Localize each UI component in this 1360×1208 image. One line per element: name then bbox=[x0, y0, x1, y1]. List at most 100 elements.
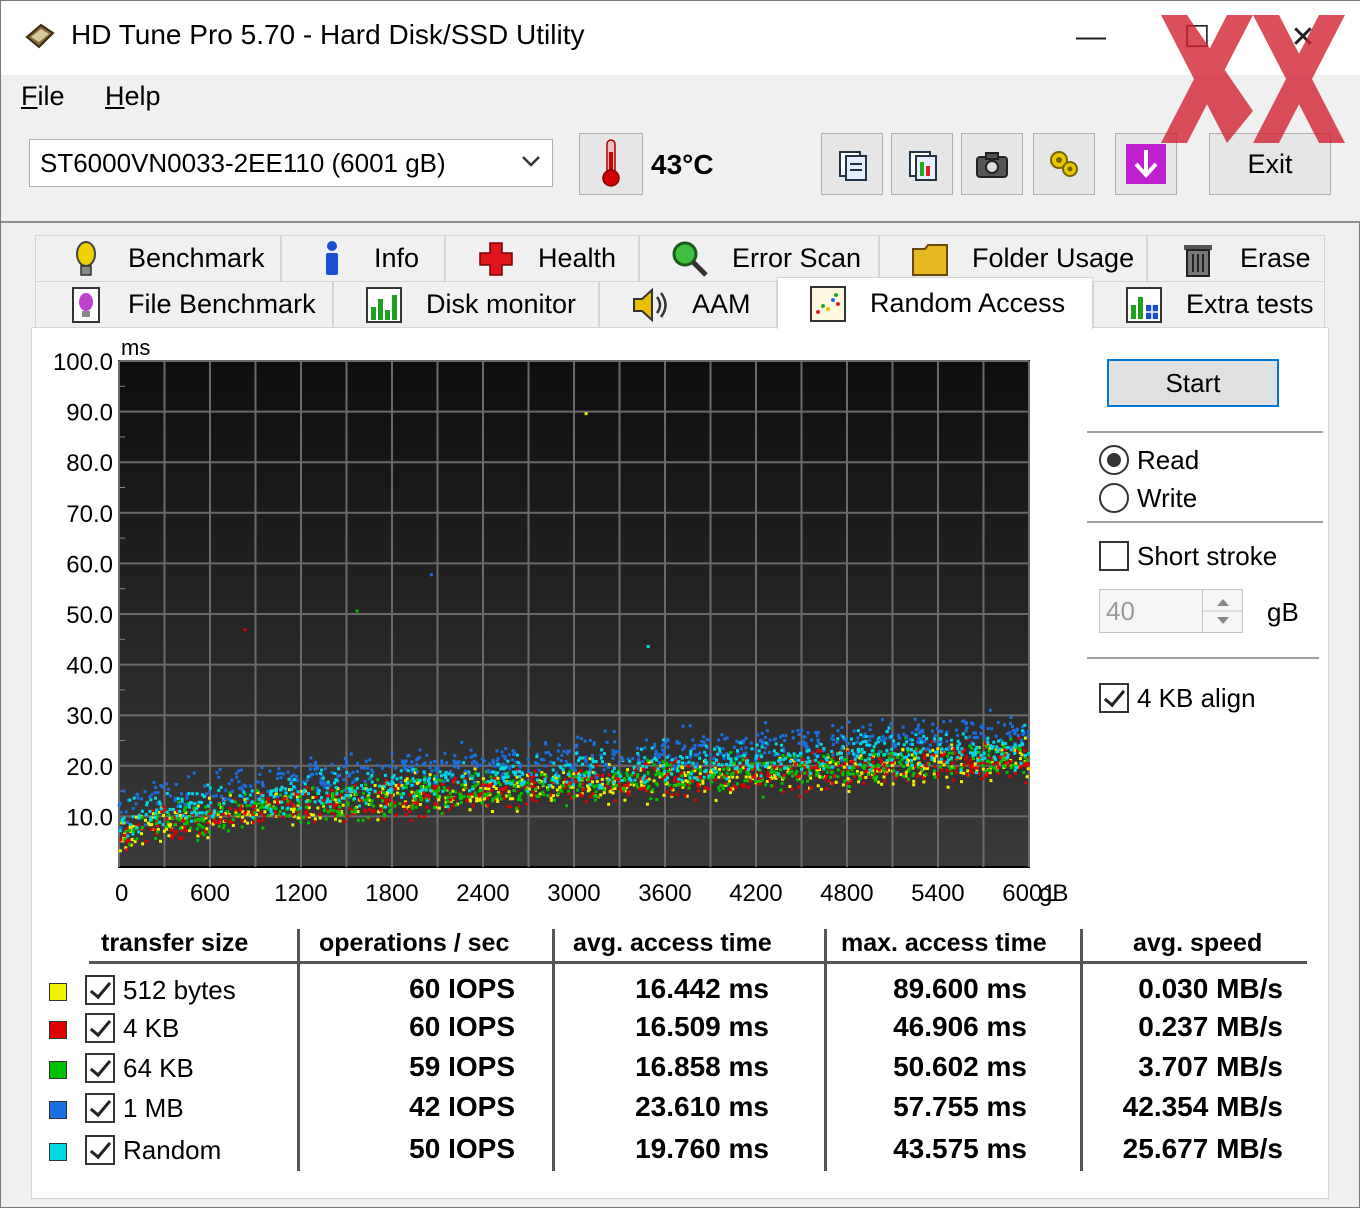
scatter-point bbox=[863, 758, 867, 762]
scatter-point bbox=[754, 780, 758, 784]
row-avg-access: 16.858 ms bbox=[635, 1051, 769, 1082]
start-button[interactable]: Start bbox=[1107, 359, 1279, 407]
scatter-point bbox=[848, 785, 851, 789]
scatter-point bbox=[714, 798, 718, 802]
scatter-point bbox=[595, 776, 599, 780]
scatter-point bbox=[170, 816, 174, 820]
series-checkbox-random[interactable] bbox=[85, 1135, 115, 1165]
scatter-point bbox=[391, 776, 395, 780]
scatter-point bbox=[852, 729, 856, 733]
scatter-point bbox=[230, 799, 234, 803]
scatter-point bbox=[916, 740, 920, 744]
scatter-point bbox=[780, 743, 784, 747]
scatter-point bbox=[226, 809, 230, 813]
scatter-point bbox=[400, 795, 404, 799]
scatter-point bbox=[190, 819, 193, 823]
y-tick-label: 20.0 bbox=[66, 754, 113, 781]
scatter-point bbox=[178, 813, 182, 817]
scatter-point bbox=[602, 752, 606, 756]
scatter-point bbox=[256, 780, 260, 784]
series-checkbox-1mb[interactable] bbox=[85, 1093, 115, 1123]
scatter-point bbox=[195, 807, 199, 810]
scatter-point bbox=[376, 794, 380, 798]
scatter-point bbox=[565, 804, 569, 808]
scatter-point bbox=[297, 813, 301, 817]
scatter-point bbox=[453, 761, 457, 765]
series-checkbox-512-bytes[interactable] bbox=[85, 975, 115, 1005]
scatter-point bbox=[183, 803, 187, 807]
scatter-point bbox=[422, 770, 426, 774]
scatter-point bbox=[471, 804, 475, 808]
short-stroke-checkbox[interactable] bbox=[1099, 541, 1129, 571]
scatter-point bbox=[584, 800, 588, 804]
series-checkbox-64kb[interactable] bbox=[85, 1053, 115, 1083]
scatter-point bbox=[899, 773, 903, 777]
scatter-point bbox=[511, 764, 515, 768]
scatter-point bbox=[125, 820, 129, 824]
scatter-point bbox=[153, 791, 157, 795]
scatter-point bbox=[766, 770, 770, 774]
scatter-point bbox=[364, 783, 368, 787]
scatter-point bbox=[868, 723, 872, 727]
4kb-align-checkbox[interactable] bbox=[1099, 683, 1129, 713]
scatter-point bbox=[137, 813, 141, 817]
scatter-point bbox=[446, 805, 450, 809]
row-avg-access: 16.509 ms bbox=[635, 1011, 769, 1042]
scatter-point bbox=[384, 800, 388, 804]
scatter-point bbox=[286, 799, 290, 803]
scatter-point bbox=[1024, 781, 1028, 785]
scatter-point bbox=[165, 827, 169, 831]
spinner-buttons[interactable] bbox=[1202, 590, 1243, 632]
scatter-point bbox=[1015, 727, 1019, 731]
series-checkbox-4kb[interactable] bbox=[85, 1013, 115, 1043]
scatter-point bbox=[411, 803, 415, 807]
scatter-point bbox=[883, 779, 887, 783]
scatter-point bbox=[215, 771, 219, 775]
scatter-point bbox=[681, 748, 685, 752]
scatter-point bbox=[641, 764, 645, 768]
scatter-point bbox=[322, 798, 326, 802]
scatter-point bbox=[876, 780, 880, 784]
scatter-point bbox=[583, 774, 587, 778]
scatter-point bbox=[702, 735, 706, 739]
scatter-point bbox=[217, 821, 220, 825]
scatter-point bbox=[456, 766, 460, 770]
scatter-point bbox=[784, 766, 788, 770]
scatter-point bbox=[617, 760, 621, 764]
scatter-point bbox=[997, 739, 1000, 743]
scatter-point bbox=[428, 773, 432, 777]
scatter-point bbox=[279, 788, 283, 792]
scatter-point bbox=[749, 741, 753, 745]
tab-random-access[interactable]: Random Access bbox=[777, 277, 1093, 329]
scatter-point bbox=[739, 741, 743, 745]
scatter-point bbox=[255, 789, 259, 793]
scatter-point bbox=[122, 834, 126, 837]
scatter-point bbox=[952, 747, 956, 751]
scatter-point bbox=[124, 810, 128, 814]
scatter-point bbox=[898, 736, 902, 740]
scatter-point bbox=[773, 765, 777, 769]
short-stroke-spinner[interactable]: 40 bbox=[1099, 589, 1243, 633]
scatter-point bbox=[695, 777, 699, 781]
scatter-point bbox=[512, 789, 516, 792]
read-radio[interactable] bbox=[1099, 445, 1129, 475]
scatter-point bbox=[639, 780, 643, 784]
y-tick-label: 40.0 bbox=[66, 653, 113, 680]
scatter-point bbox=[918, 751, 922, 754]
scatter-point bbox=[501, 788, 505, 792]
scatter-point bbox=[637, 758, 641, 762]
scatter-point bbox=[467, 770, 471, 774]
scatter-point bbox=[606, 782, 610, 786]
scatter-point bbox=[626, 774, 630, 778]
scatter-point bbox=[364, 759, 368, 763]
scatter-point bbox=[289, 781, 293, 785]
scatter-point bbox=[961, 732, 965, 736]
scatter-point bbox=[497, 762, 501, 766]
scatter-point bbox=[651, 788, 655, 792]
scatter-point bbox=[526, 789, 530, 793]
scatter-point bbox=[391, 781, 395, 785]
write-radio[interactable] bbox=[1099, 483, 1129, 513]
scatter-point bbox=[316, 806, 320, 810]
scatter-point bbox=[418, 789, 422, 793]
scatter-point bbox=[162, 814, 165, 817]
